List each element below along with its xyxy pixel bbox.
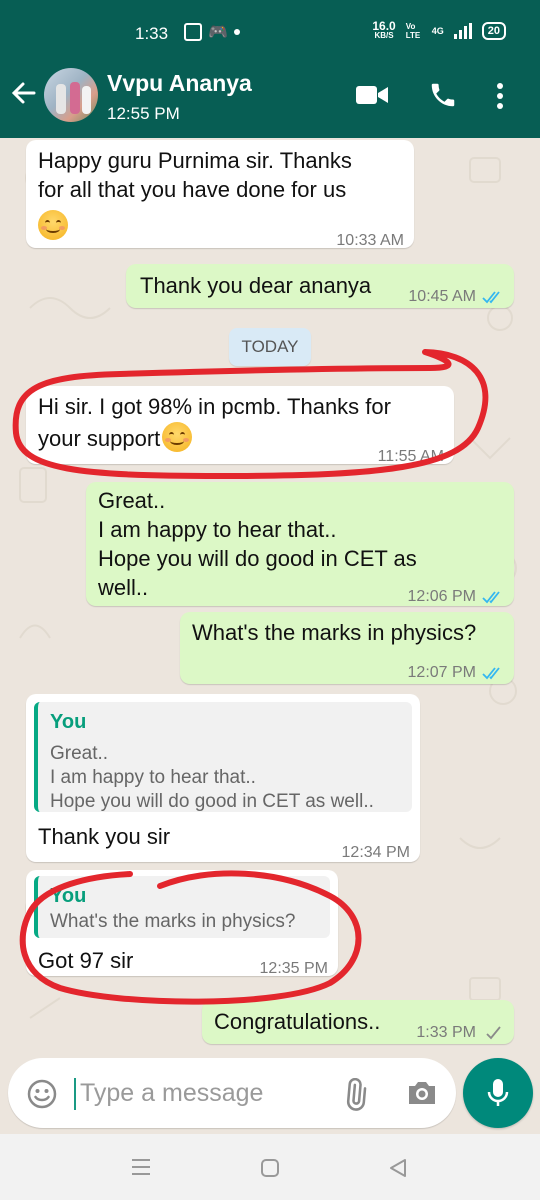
- quoted-message[interactable]: You What's the marks in physics?: [34, 876, 330, 938]
- message-bubble-outgoing[interactable]: Congratulations.. 1:33 PM: [202, 1000, 514, 1044]
- back-arrow-icon[interactable]: [10, 80, 36, 112]
- quoted-text: Great..: [50, 743, 109, 764]
- message-composer[interactable]: [8, 1058, 456, 1128]
- quoted-author: You: [50, 885, 87, 907]
- network-type: 4G: [431, 26, 444, 36]
- text-cursor: [74, 1078, 76, 1110]
- read-receipt-icon: [482, 666, 500, 679]
- last-seen: 12:55 PM: [107, 104, 180, 123]
- battery-icon: 20: [481, 22, 506, 40]
- quoted-message[interactable]: You Great.. I am happy to hear that.. Ho…: [34, 702, 412, 812]
- mic-button[interactable]: [463, 1058, 533, 1128]
- smiling-face-emoji-icon: [162, 422, 193, 453]
- message-text: Great..: [98, 488, 166, 513]
- read-receipt-icon: [482, 590, 500, 603]
- message-text: Congratulations..: [214, 1009, 381, 1034]
- message-bubble-incoming-reply[interactable]: You What's the marks in physics? Got 97 …: [26, 870, 338, 977]
- message-time: 10:45 AM: [408, 282, 504, 311]
- quoted-text: I am happy to hear that..: [50, 767, 256, 788]
- notification-dot-icon: [233, 29, 240, 35]
- quoted-author: You: [50, 711, 87, 733]
- message-text: Thank you dear ananya: [140, 273, 372, 298]
- nav-home-icon[interactable]: [260, 1158, 280, 1183]
- voice-call-icon[interactable]: [428, 80, 458, 115]
- message-input[interactable]: [80, 1072, 320, 1114]
- message-time: 10:33 AM: [336, 232, 404, 249]
- status-right-icons: 16.0 KB/S Vo LTE 4G 20: [372, 19, 506, 40]
- camera-icon[interactable]: [406, 1078, 438, 1113]
- delivered-tick-icon: [486, 1025, 501, 1039]
- network-speed: 16.0 KB/S: [372, 19, 396, 40]
- contact-name[interactable]: Vvpu Ananya: [107, 70, 252, 97]
- message-bubble-incoming[interactable]: Hi sir. I got 98% in pcmb. Thanks for yo…: [26, 386, 454, 465]
- emoji-icon[interactable]: [26, 1078, 58, 1115]
- message-bubble-incoming-reply[interactable]: You Great.. I am happy to hear that.. Ho…: [26, 694, 420, 862]
- status-time: 1:33: [135, 24, 169, 43]
- message-text: I am happy to hear that..: [98, 517, 337, 542]
- video-call-icon[interactable]: [355, 84, 389, 111]
- message-bubble-outgoing[interactable]: What's the marks in physics? 12:07 PM: [180, 612, 514, 684]
- status-bar: 1:33 🎮 16.0 KB/S Vo LTE 4G 20: [0, 0, 540, 54]
- quoted-text: Hope you will do good in CET as well..: [50, 791, 374, 812]
- mic-icon: [487, 1079, 509, 1106]
- chat-header: Vvpu Ananya 12:55 PM: [0, 54, 540, 138]
- system-nav-bar: [0, 1134, 540, 1200]
- attach-icon[interactable]: [338, 1077, 372, 1117]
- message-text: Hi sir. I got 98% in pcmb. Thanks for: [38, 394, 391, 419]
- read-receipt-icon: [482, 290, 500, 303]
- signal-icon: [453, 23, 472, 39]
- message-time: 12:34 PM: [341, 844, 410, 861]
- nav-menu-icon[interactable]: [131, 1158, 151, 1181]
- message-time: 12:06 PM: [408, 582, 504, 611]
- message-text: Thank you sir: [38, 824, 171, 849]
- battery-saver-icon: [184, 23, 202, 41]
- message-time: 11:55 AM: [377, 448, 444, 465]
- nav-back-icon[interactable]: [388, 1158, 408, 1183]
- message-bubble-incoming[interactable]: Happy guru Purnima sir. Thanks for all t…: [26, 140, 414, 249]
- message-time: 1:33 PM: [416, 1018, 504, 1047]
- volte-label: Vo LTE: [405, 22, 421, 40]
- message-time: 12:35 PM: [259, 960, 328, 977]
- smiling-face-emoji-icon: [38, 210, 68, 240]
- message-text: What's the marks in physics?: [192, 620, 477, 645]
- message-time: 12:07 PM: [408, 658, 504, 687]
- message-text: Got 97 sir: [38, 948, 134, 973]
- message-text: Happy guru Purnima sir. Thanks: [38, 148, 352, 173]
- message-text: Hope you will do good in CET as: [98, 546, 417, 571]
- game-controller-icon: 🎮: [208, 24, 228, 41]
- chat-area[interactable]: Happy guru Purnima sir. Thanks for all t…: [0, 138, 540, 1058]
- avatar[interactable]: [44, 68, 98, 122]
- status-notification-icons: 🎮: [184, 22, 240, 42]
- quoted-text: What's the marks in physics?: [50, 911, 296, 932]
- date-separator: TODAY: [229, 328, 311, 366]
- message-text: your support: [38, 422, 193, 455]
- message-text: well..: [98, 575, 149, 600]
- more-options-icon[interactable]: [496, 82, 504, 115]
- message-bubble-outgoing[interactable]: Great.. I am happy to hear that.. Hope y…: [86, 482, 514, 606]
- message-bubble-outgoing[interactable]: Thank you dear ananya 10:45 AM: [126, 264, 514, 308]
- message-text: for all that you have done for us: [38, 177, 347, 202]
